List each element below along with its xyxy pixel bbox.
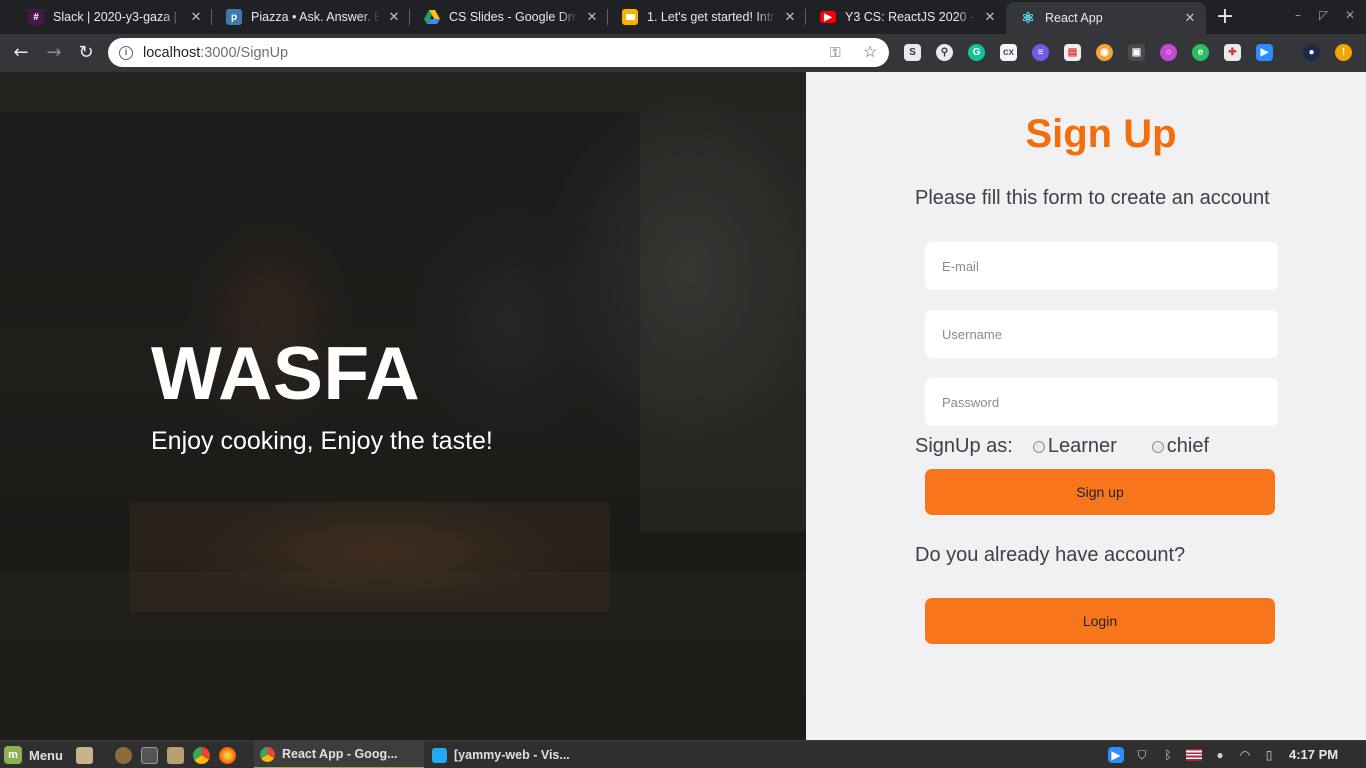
learner-label: Learner <box>1047 435 1117 457</box>
tab-title: React App <box>1045 11 1103 25</box>
taskbar-task-vscode[interactable]: [yammy-web - Vis... <box>426 741 596 768</box>
audio-player-icon[interactable] <box>115 747 132 764</box>
vscode-icon <box>432 747 447 763</box>
learner-radio[interactable] <box>1032 440 1045 453</box>
tab-piazza[interactable]: p Piazza • Ask. Answer. Ex ✕ <box>212 0 410 34</box>
colorpicker-icon[interactable]: ○ <box>1160 44 1177 61</box>
extension-s-icon[interactable]: S <box>904 44 921 61</box>
form-title: Sign Up <box>1025 112 1177 156</box>
maximize-icon[interactable]: ◸ <box>1319 8 1328 22</box>
tab-title: Slack | 2020-y3-gaza | c <box>53 10 182 24</box>
star-icon[interactable]: ☆ <box>863 42 877 62</box>
tab-title: Piazza • Ask. Answer. Ex <box>251 10 380 24</box>
extension-search-icon[interactable]: ⚲ <box>936 44 953 61</box>
chief-radio[interactable] <box>1151 440 1164 453</box>
tab-react-app[interactable]: ⚛ React App ✕ <box>1006 2 1206 34</box>
mint-logo-icon: m <box>4 746 22 764</box>
extension-badge-icon[interactable]: ✚ <box>1224 44 1241 61</box>
username-field[interactable] <box>925 310 1278 358</box>
close-tab-icon[interactable]: ✕ <box>188 9 204 25</box>
close-window-icon[interactable]: ✕ <box>1345 8 1355 22</box>
tab-title: CS Slides - Google Drive <box>449 10 578 24</box>
address-bar[interactable]: i localhost:3000/SignUp ⚿ ☆ <box>108 38 889 67</box>
tab-title: 1. Let's get started! Intro <box>647 10 776 24</box>
url-host: localhost <box>143 44 201 61</box>
tab-google-slides[interactable]: 1. Let's get started! Intro ✕ <box>608 0 806 34</box>
piazza-icon: p <box>226 9 242 25</box>
zoom-tray-icon[interactable]: ▶ <box>1108 747 1124 763</box>
email-field[interactable] <box>925 242 1278 290</box>
role-option-chief[interactable]: chief <box>1151 435 1210 458</box>
close-tab-icon[interactable]: ✕ <box>1182 10 1198 26</box>
info-icon[interactable]: i <box>119 45 133 60</box>
extension-owl-icon[interactable]: ◉ <box>1096 44 1113 61</box>
react-icon: ⚛ <box>1021 10 1035 27</box>
password-field[interactable] <box>925 378 1278 426</box>
slack-icon: # <box>28 9 44 25</box>
tab-google-drive[interactable]: CS Slides - Google Drive ✕ <box>410 0 608 34</box>
menu-label: Menu <box>29 747 63 763</box>
role-label: SignUp as: <box>915 435 1013 457</box>
close-tab-icon[interactable]: ✕ <box>584 9 600 25</box>
tab-title: Y3 CS: ReactJS 2020 - Yo <box>845 10 976 24</box>
page-content: WASFA Enjoy cooking, Enjoy the taste! Si… <box>0 72 1366 740</box>
forward-arrow-icon[interactable]: → <box>42 41 66 65</box>
close-tab-icon[interactable]: ✕ <box>982 9 998 25</box>
wifi-icon[interactable]: ◠ <box>1237 747 1253 763</box>
login-button[interactable]: Login <box>925 598 1275 644</box>
update-alert-icon[interactable]: ! <box>1335 44 1352 61</box>
role-selector: SignUp as: Learner chief <box>915 435 1209 458</box>
show-desktop-icon[interactable] <box>76 747 93 764</box>
bluetooth-icon[interactable]: ᛒ <box>1160 747 1176 763</box>
file-manager-icon[interactable] <box>167 747 184 764</box>
chief-label: chief <box>1166 435 1210 457</box>
hero-section: WASFA Enjoy cooking, Enjoy the taste! <box>0 72 806 740</box>
already-account-text: Do you already have account? <box>915 544 1186 566</box>
close-tab-icon[interactable]: ✕ <box>386 9 402 25</box>
terminal-icon[interactable] <box>141 747 158 764</box>
browser-toolbar: ← → ↻ i localhost:3000/SignUp ⚿ ☆ S ⚲ G … <box>0 34 1366 72</box>
taskbar-task-chrome[interactable]: React App - Goog... <box>254 741 424 768</box>
chrome-icon <box>260 746 275 762</box>
extension-note-icon[interactable]: ▤ <box>1064 44 1081 61</box>
grammarly-icon[interactable]: G <box>968 44 985 61</box>
user-icon[interactable]: ● <box>1212 747 1228 763</box>
taskbar: m Menu React App - Goog... [yammy-web - … <box>0 740 1366 768</box>
form-subtitle: Please fill this form to create an accou… <box>915 187 1270 209</box>
brand-title: WASFA <box>151 331 421 415</box>
task-label: [yammy-web - Vis... <box>454 748 570 762</box>
keyboard-layout-flag-icon[interactable] <box>1186 749 1202 761</box>
camera-icon[interactable]: ▣ <box>1128 44 1145 61</box>
close-tab-icon[interactable]: ✕ <box>782 9 798 25</box>
google-drive-icon <box>424 9 440 25</box>
brand-tagline: Enjoy cooking, Enjoy the taste! <box>151 427 493 455</box>
url-path: :3000/SignUp <box>200 44 289 61</box>
new-tab-button[interactable]: + <box>1214 6 1236 29</box>
signup-form: Sign Up Please fill this form to create … <box>806 72 1366 740</box>
youtube-icon: ▶ <box>820 11 836 23</box>
start-menu-button[interactable]: m Menu <box>4 746 63 764</box>
back-arrow-icon[interactable]: ← <box>9 41 33 65</box>
key-icon[interactable]: ⚿ <box>830 44 841 61</box>
chrome-icon[interactable] <box>193 747 210 764</box>
extension-cx-icon[interactable]: cx <box>1000 44 1017 61</box>
extension-stripes-icon[interactable]: ≡ <box>1032 44 1049 61</box>
reload-icon[interactable]: ↻ <box>74 41 98 65</box>
google-slides-icon <box>622 9 638 25</box>
browser-tab-strip: # Slack | 2020-y3-gaza | c ✕ p Piazza • … <box>0 0 1366 34</box>
minimize-icon[interactable]: – <box>1295 8 1301 22</box>
clipboard-icon[interactable]: ▯ <box>1261 747 1277 763</box>
profile-avatar-icon[interactable]: ● <box>1303 44 1320 61</box>
firefox-icon[interactable] <box>219 747 236 764</box>
task-label: React App - Goog... <box>282 747 398 761</box>
clock: 4:17 PM <box>1289 747 1339 762</box>
role-option-learner[interactable]: Learner <box>1032 435 1117 458</box>
evernote-icon[interactable]: e <box>1192 44 1209 61</box>
zoom-icon[interactable]: ▶ <box>1256 44 1273 61</box>
shield-icon[interactable]: ⛉ <box>1134 747 1150 763</box>
signup-button[interactable]: Sign up <box>925 469 1275 515</box>
tab-youtube[interactable]: ▶ Y3 CS: ReactJS 2020 - Yo ✕ <box>806 0 1006 34</box>
tab-slack[interactable]: # Slack | 2020-y3-gaza | c ✕ <box>14 0 212 34</box>
